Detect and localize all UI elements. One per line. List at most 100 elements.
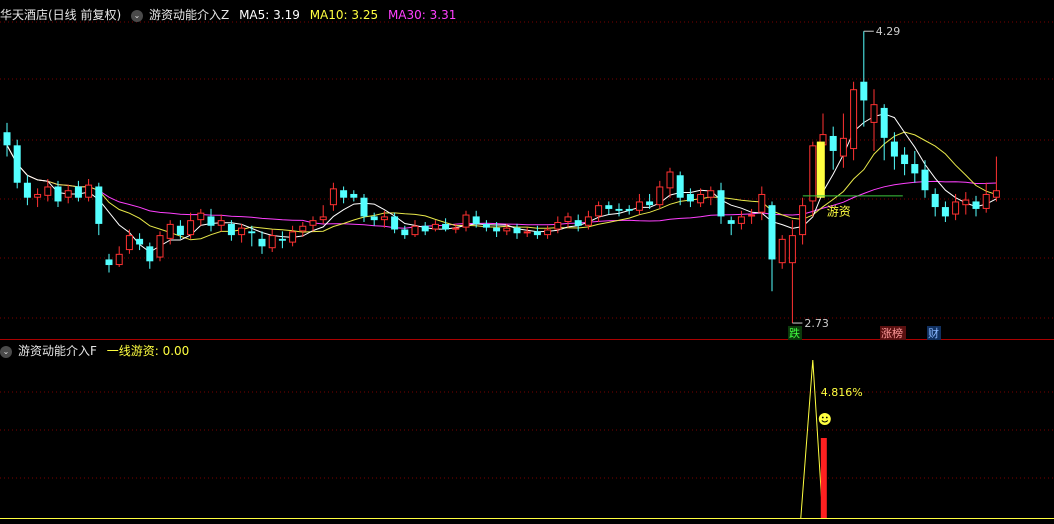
candle-body-up[interactable] — [839, 137, 847, 157]
candle-body-up[interactable] — [850, 89, 858, 150]
candle-body-up[interactable] — [952, 201, 960, 215]
candle-body-up[interactable] — [85, 184, 93, 198]
candle-body-down[interactable] — [921, 169, 929, 191]
candle-body-down[interactable] — [54, 186, 62, 202]
candle-body-up[interactable] — [564, 216, 572, 223]
candles[interactable] — [3, 31, 1000, 324]
candle-body-up[interactable] — [329, 188, 337, 206]
candle-body-up[interactable] — [34, 193, 42, 198]
candle-body-up[interactable] — [217, 220, 225, 226]
candle-body-down[interactable] — [370, 216, 378, 221]
candle-body-down[interactable] — [931, 193, 939, 208]
candle-body-up[interactable] — [992, 190, 1000, 198]
candle-body-up[interactable] — [299, 225, 307, 232]
candle-body-up[interactable] — [115, 253, 123, 266]
candle-body-up[interactable] — [666, 171, 674, 189]
candle-body-up[interactable] — [44, 186, 52, 196]
candle-body-down[interactable] — [646, 201, 654, 206]
candle-body-down[interactable] — [278, 238, 286, 241]
candle-body-up[interactable] — [748, 214, 756, 217]
candle-body-down[interactable] — [146, 246, 154, 262]
candle-body-down[interactable] — [258, 238, 266, 247]
kline-chart[interactable]: 4.29 2.73 游资跌 涨榜 财 4.816% — [0, 0, 1054, 524]
candle-body-up[interactable] — [523, 231, 531, 234]
candle-body-down[interactable] — [207, 216, 215, 226]
candle-body-down[interactable] — [972, 201, 980, 209]
candle-body-up[interactable] — [656, 186, 664, 206]
candle-body-up[interactable] — [289, 231, 297, 243]
candle-body-up[interactable] — [187, 220, 195, 236]
candle-body-up[interactable] — [309, 220, 317, 226]
candle-body-down[interactable] — [401, 229, 409, 236]
candle-body-down[interactable] — [74, 186, 82, 198]
candle-body-down[interactable] — [717, 190, 725, 217]
candle-body-down[interactable] — [686, 193, 694, 202]
candle-body-up[interactable] — [982, 193, 990, 209]
candle-body-down[interactable] — [901, 154, 909, 165]
candle-body-up[interactable] — [584, 216, 592, 226]
candle-body-up[interactable] — [268, 235, 276, 249]
candle-body-down[interactable] — [615, 208, 623, 211]
candle-body-up[interactable] — [411, 225, 419, 236]
candle-body-up[interactable] — [156, 235, 164, 258]
candle-body-down[interactable] — [248, 231, 256, 234]
candle-body-down[interactable] — [421, 225, 429, 232]
candle-body-down[interactable] — [533, 231, 541, 236]
candle-body-up[interactable] — [809, 145, 817, 202]
candle-body-down[interactable] — [360, 197, 368, 217]
candle-body-down[interactable] — [676, 175, 684, 198]
candle-body-down[interactable] — [391, 216, 399, 230]
candle-body-up[interactable] — [431, 223, 439, 230]
candle-body-down[interactable] — [3, 132, 11, 146]
candle-body-down[interactable] — [105, 259, 113, 266]
candle-body-up[interactable] — [125, 235, 133, 251]
candle-body-up[interactable] — [758, 193, 766, 213]
chevron-down-icon[interactable]: ⌄ — [0, 345, 12, 358]
candle-body-up[interactable] — [380, 216, 388, 221]
candle-body-down[interactable] — [23, 182, 31, 198]
candle-body-down[interactable] — [880, 107, 888, 138]
candle-body-down[interactable] — [350, 193, 358, 198]
candle-body-up[interactable] — [166, 223, 174, 239]
candle-body-down[interactable] — [442, 223, 450, 230]
candle-body-down[interactable] — [768, 205, 776, 260]
candle-body-up[interactable] — [697, 193, 705, 204]
candle-body-up[interactable] — [870, 104, 878, 123]
candle-body-up[interactable] — [799, 205, 807, 236]
candle-body-up[interactable] — [462, 214, 470, 228]
candle-body-down[interactable] — [95, 186, 103, 224]
indicator-name[interactable]: 游资动能介入Z — [149, 8, 229, 22]
candle-body-up[interactable] — [503, 227, 511, 232]
candle-body-down[interactable] — [860, 81, 868, 101]
candle-body-up[interactable] — [238, 227, 246, 236]
candle-body-down[interactable] — [727, 220, 735, 224]
candle-body-down[interactable] — [574, 220, 582, 226]
candle-body-up[interactable] — [788, 235, 796, 264]
candle-body-down[interactable] — [605, 205, 613, 209]
candle-body-up[interactable] — [778, 238, 786, 264]
candle-body-down[interactable] — [340, 190, 348, 198]
candle-body-up[interactable] — [197, 212, 205, 221]
candle-body-down[interactable] — [941, 207, 949, 217]
candle-body-up[interactable] — [635, 201, 643, 211]
candle-body-down[interactable] — [136, 238, 144, 245]
sub-indicator-name[interactable]: 游资动能介入F — [18, 344, 97, 358]
candle-body-down[interactable] — [829, 135, 837, 151]
candle-body-down[interactable] — [890, 141, 898, 157]
candle-body-up[interactable] — [319, 216, 327, 221]
candle-body-down[interactable] — [176, 225, 184, 236]
candle-body-up[interactable] — [544, 229, 552, 236]
candle-body-down[interactable] — [493, 227, 501, 232]
candle-body-up[interactable] — [962, 199, 970, 206]
sub-signal-bar[interactable] — [820, 438, 827, 518]
candle-body-up[interactable] — [554, 222, 562, 230]
candle-body-down[interactable] — [513, 227, 521, 234]
candle-body-up[interactable] — [737, 216, 745, 224]
candle-body-down[interactable] — [472, 216, 480, 224]
candle-body-down[interactable] — [482, 223, 490, 228]
candle-body-up[interactable] — [452, 227, 460, 230]
sub-indicator-panel[interactable]: 4.816% — [0, 359, 1054, 519]
candle-body-down[interactable] — [13, 145, 21, 183]
candle-body-down[interactable] — [625, 208, 633, 211]
candle-body-up[interactable] — [595, 205, 603, 217]
